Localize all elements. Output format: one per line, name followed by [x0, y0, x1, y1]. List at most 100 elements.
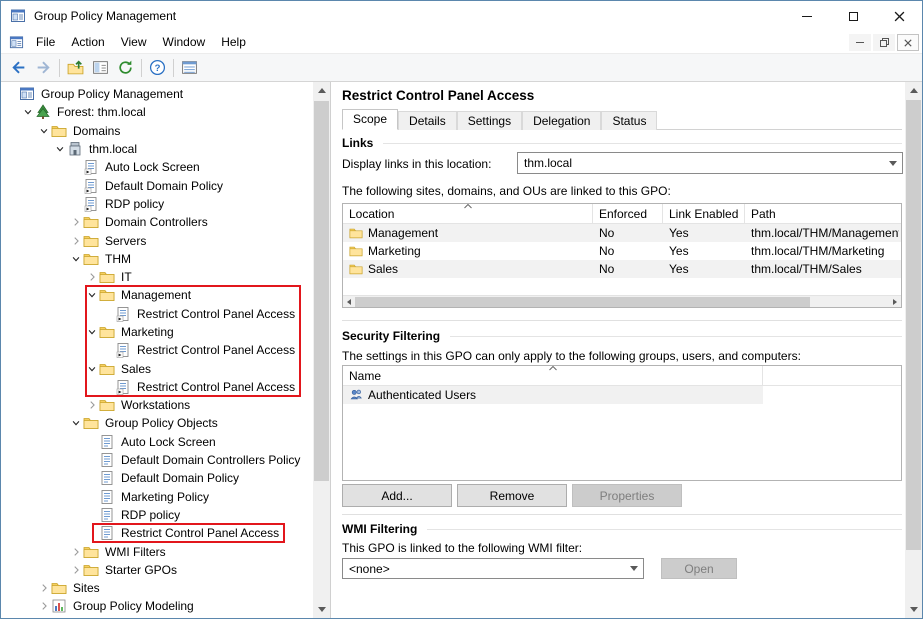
content-scroll-down-button[interactable] — [905, 601, 922, 618]
minimize-button[interactable] — [784, 1, 830, 31]
mdi-close-button[interactable] — [897, 34, 919, 51]
refresh-button[interactable] — [113, 56, 138, 79]
tree-item-forest-thm-local[interactable]: Forest: thm.local — [1, 103, 314, 121]
chevron-collapsed-icon[interactable] — [68, 547, 83, 557]
column-header-path[interactable]: Path — [745, 204, 899, 223]
chevron-collapsed-icon[interactable] — [68, 565, 83, 575]
remove-button[interactable]: Remove — [457, 484, 567, 507]
tree-item-marketing[interactable]: Marketing — [1, 323, 314, 341]
tree-item-default-domain-policy[interactable]: Default Domain Policy — [1, 176, 314, 194]
tab-scope[interactable]: Scope — [342, 109, 398, 130]
tree-item-group-policy-management[interactable]: Group Policy Management — [1, 85, 314, 103]
column-header-location[interactable]: Location — [343, 204, 593, 223]
tab-settings[interactable]: Settings — [457, 111, 522, 130]
tree-item-restrict-control-panel-access[interactable]: Restrict Control Panel Access — [1, 341, 314, 359]
tree-scrollbar[interactable] — [313, 82, 330, 618]
wmi-filter-combobox[interactable]: <none> — [342, 558, 644, 579]
tree-scroll-down-button[interactable] — [313, 601, 330, 618]
tree-item-marketing-policy[interactable]: Marketing Policy — [1, 488, 314, 506]
tree-item-restrict-control-panel-access[interactable]: Restrict Control Panel Access — [1, 305, 314, 323]
menu-item-file[interactable]: File — [28, 32, 63, 52]
menu-item-help[interactable]: Help — [213, 32, 254, 52]
close-button[interactable] — [876, 1, 922, 31]
chevron-collapsed-icon[interactable] — [84, 272, 99, 282]
mdi-minimize-button[interactable] — [849, 34, 871, 51]
tree-item-it[interactable]: IT — [1, 268, 314, 286]
chevron-collapsed-icon[interactable] — [68, 236, 83, 246]
links-table-hscrollbar[interactable] — [343, 295, 901, 307]
chevron-collapsed-icon[interactable] — [84, 400, 99, 410]
column-header-name[interactable]: Name — [343, 366, 763, 385]
menu-item-window[interactable]: Window — [155, 32, 214, 52]
display-links-combobox[interactable]: thm.local — [517, 152, 903, 174]
tree-item-restrict-control-panel-access[interactable]: Restrict Control Panel Access — [1, 524, 314, 542]
maximize-button[interactable] — [830, 1, 876, 31]
tree-item-starter-gpos[interactable]: Starter GPOs — [1, 561, 314, 579]
tree-item-workstations[interactable]: Workstations — [1, 396, 314, 414]
tree-item-sites[interactable]: Sites — [1, 579, 314, 597]
chevron-expanded-icon[interactable] — [84, 290, 99, 300]
chevron-expanded-icon[interactable] — [84, 327, 99, 337]
tab-status[interactable]: Status — [601, 111, 657, 130]
menu-item-view[interactable]: View — [113, 32, 155, 52]
export-list-button[interactable] — [177, 56, 202, 79]
hscroll-thumb[interactable] — [355, 297, 810, 307]
scroll-up-icon — [910, 88, 918, 93]
tree-item-auto-lock-screen[interactable]: Auto Lock Screen — [1, 158, 314, 176]
chevron-expanded-icon[interactable] — [20, 107, 35, 117]
tree-item-rdp-policy[interactable]: RDP policy — [1, 506, 314, 524]
tree-item-default-domain-policy[interactable]: Default Domain Policy — [1, 469, 314, 487]
tree-item-thm[interactable]: THM — [1, 250, 314, 268]
tree-item-group-policy-objects[interactable]: Group Policy Objects — [1, 414, 314, 432]
back-button[interactable] — [6, 56, 31, 79]
links-table-row[interactable]: SalesNoYesthm.local/THM/Sales — [343, 260, 901, 278]
column-header-enforced[interactable]: Enforced — [593, 204, 663, 223]
column-header-link-enabled[interactable]: Link Enabled — [663, 204, 745, 223]
tree-item-domains[interactable]: Domains — [1, 122, 314, 140]
tree-item-restrict-control-panel-access[interactable]: Restrict Control Panel Access — [1, 378, 314, 396]
chevron-expanded-icon[interactable] — [68, 254, 83, 264]
hscroll-left-button[interactable] — [343, 296, 355, 308]
links-table-row[interactable]: MarketingNoYesthm.local/THM/Marketing — [343, 242, 901, 260]
chevron-expanded-icon[interactable] — [84, 364, 99, 374]
tab-delegation[interactable]: Delegation — [522, 111, 601, 130]
mdi-restore-button[interactable] — [873, 34, 895, 51]
up-one-level-button[interactable] — [63, 56, 88, 79]
tree-item-domain-controllers[interactable]: Domain Controllers — [1, 213, 314, 231]
tree-item-auto-lock-screen[interactable]: Auto Lock Screen — [1, 433, 314, 451]
content-scroll-up-button[interactable] — [905, 82, 922, 99]
tree-item-default-domain-controllers-policy[interactable]: Default Domain Controllers Policy — [1, 451, 314, 469]
security-table-row[interactable]: Authenticated Users — [343, 386, 763, 404]
mdi-minimize-icon — [856, 42, 864, 43]
tree-item-wmi-filters[interactable]: WMI Filters — [1, 542, 314, 560]
tree-item-management[interactable]: Management — [1, 286, 314, 304]
gpolink-icon — [115, 342, 131, 358]
chevron-expanded-icon[interactable] — [36, 126, 51, 136]
chevron-collapsed-icon[interactable] — [36, 583, 51, 593]
tree-item-sales[interactable]: Sales — [1, 359, 314, 377]
chevron-collapsed-icon[interactable] — [36, 601, 51, 611]
tab-details[interactable]: Details — [398, 111, 457, 130]
tree-item-thm-local[interactable]: thm.local — [1, 140, 314, 158]
help-button[interactable]: ? — [145, 56, 170, 79]
links-table-row[interactable]: ManagementNoYesthm.local/THM/Management — [343, 224, 901, 242]
tree-scroll-up-button[interactable] — [313, 82, 330, 99]
console-tree-button[interactable] — [88, 56, 113, 79]
tree-item-servers[interactable]: Servers — [1, 231, 314, 249]
chevron-expanded-icon[interactable] — [68, 418, 83, 428]
hscroll-right-button[interactable] — [889, 296, 901, 308]
tree-item-rdp-policy[interactable]: RDP policy — [1, 195, 314, 213]
forward-button[interactable] — [31, 56, 56, 79]
tree-item-label: Sites — [73, 581, 100, 595]
content-scrollbar[interactable] — [905, 82, 922, 618]
tree-item-group-policy-modeling[interactable]: Group Policy Modeling — [1, 597, 314, 615]
chevron-expanded-icon[interactable] — [52, 144, 67, 154]
content-scrollbar-thumb[interactable] — [906, 100, 921, 550]
combo-dropdown-icon[interactable] — [883, 153, 902, 173]
add-button[interactable]: Add... — [342, 484, 452, 507]
combo-dropdown-icon[interactable] — [624, 559, 643, 578]
chevron-collapsed-icon[interactable] — [68, 217, 83, 227]
tree-item-label: Restrict Control Panel Access — [137, 307, 295, 321]
menu-item-action[interactable]: Action — [63, 32, 112, 52]
tree-scrollbar-thumb[interactable] — [314, 101, 329, 481]
